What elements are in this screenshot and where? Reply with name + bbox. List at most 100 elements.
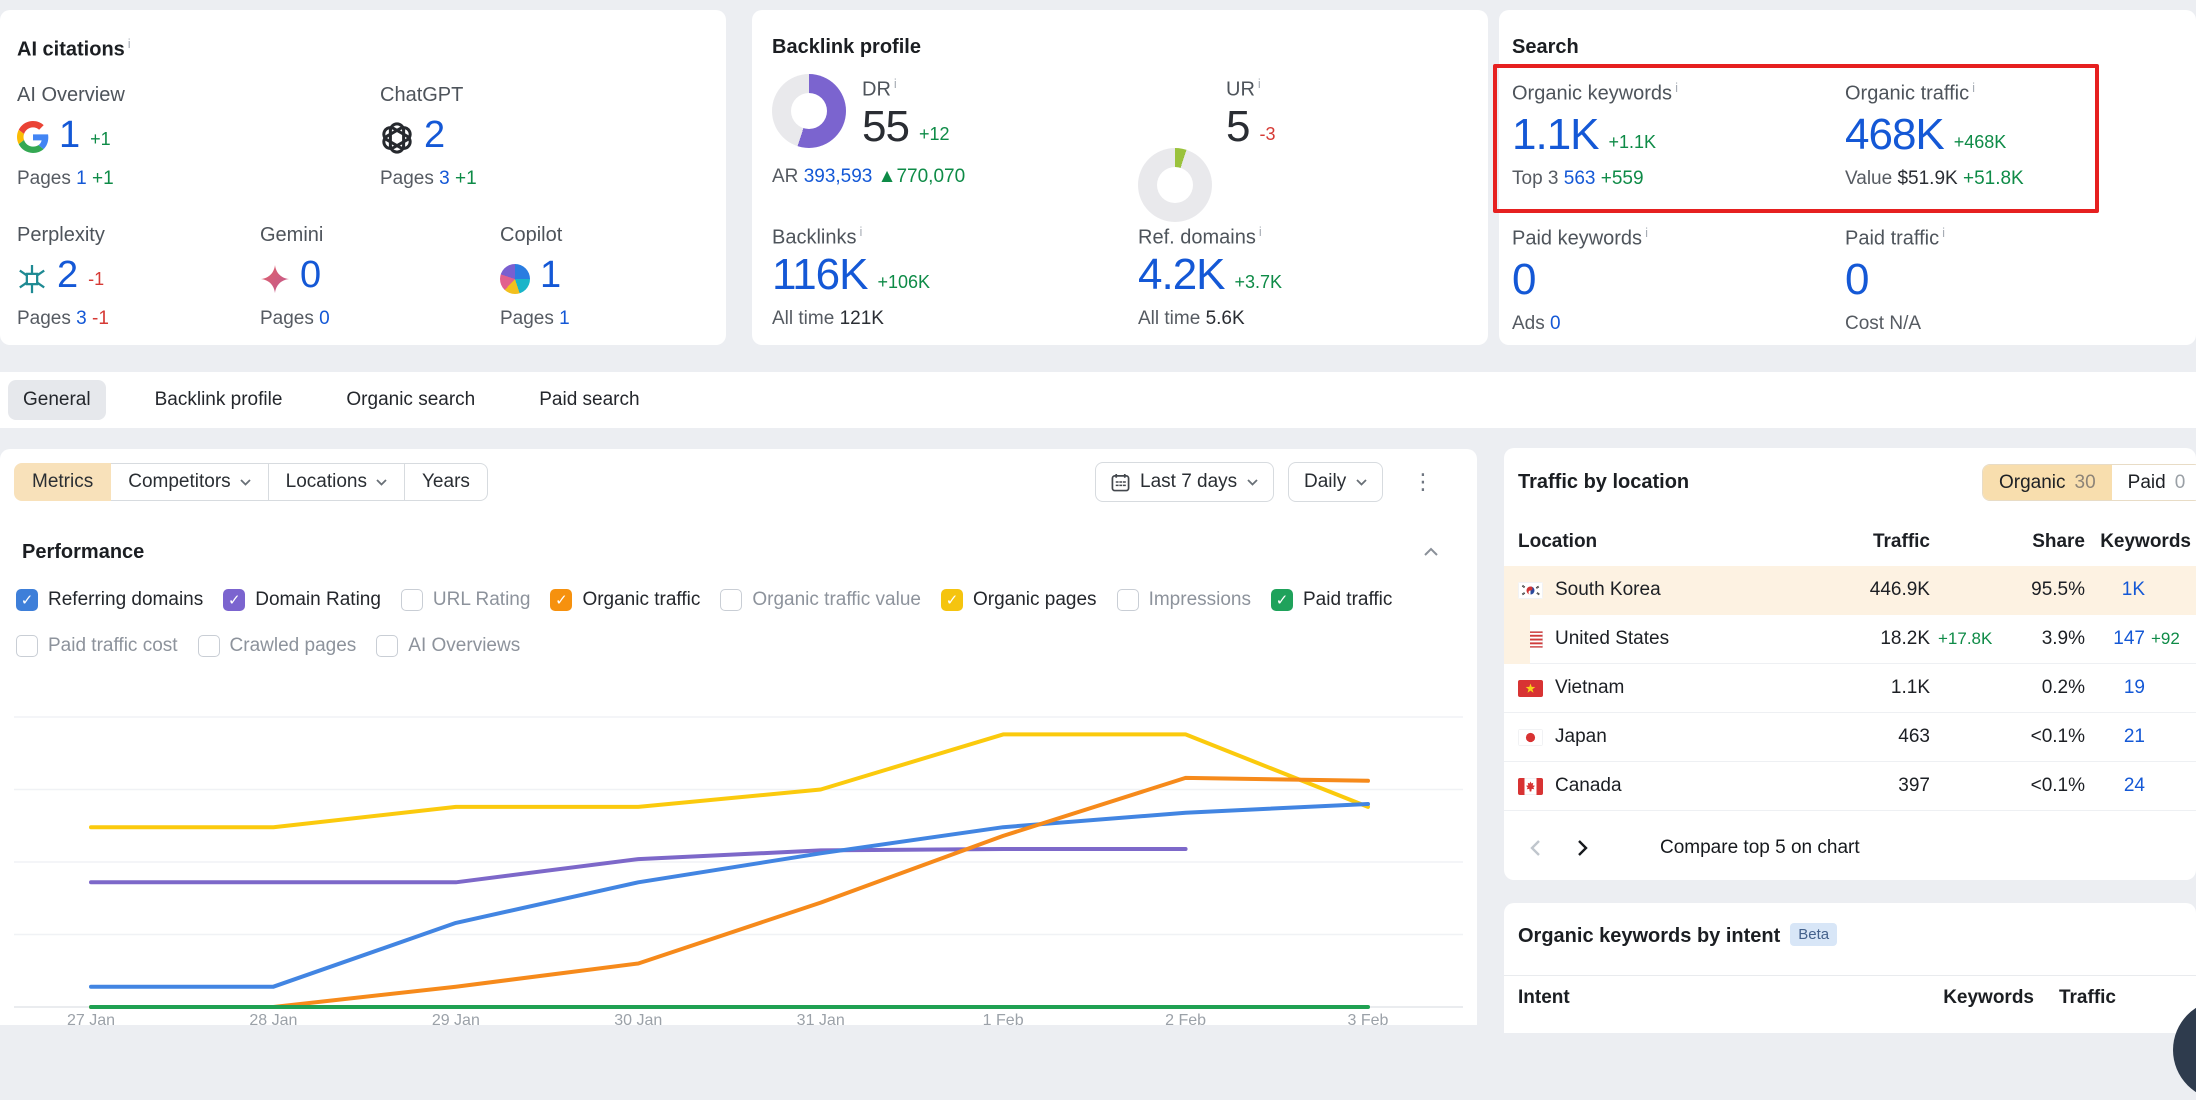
chevron-down-icon <box>1356 479 1367 486</box>
checkbox-icon[interactable] <box>198 635 220 657</box>
locations-filter-button[interactable]: Locations <box>269 463 405 501</box>
location-name[interactable]: Vietnam <box>1555 677 1624 699</box>
ads-value[interactable]: 0 <box>1550 313 1561 334</box>
backlinks-value[interactable]: 116K <box>772 250 868 300</box>
pages-value[interactable]: 1 <box>76 168 87 189</box>
backlink-profile-card: Backlink profile DRi 55 +12 AR 393,593 ▲… <box>752 10 1488 345</box>
checkbox-icon[interactable] <box>376 635 398 657</box>
granularity-button[interactable]: Daily <box>1288 462 1383 502</box>
info-icon: i <box>1942 225 1945 240</box>
keywords-value[interactable]: 24 <box>2085 775 2145 797</box>
paid-traffic-value[interactable]: 0 <box>1845 255 1868 305</box>
tab-paid-search[interactable]: Paid search <box>524 380 654 420</box>
location-name[interactable]: South Korea <box>1555 579 1661 601</box>
toggle-organic[interactable]: Organic30 <box>1983 465 2112 500</box>
metric-impressions[interactable]: Impressions <box>1117 589 1251 611</box>
metric-domain-rating[interactable]: ✓Domain Rating <box>223 589 381 611</box>
info-icon: i <box>1259 224 1262 239</box>
keywords-value[interactable]: 19 <box>2085 677 2145 699</box>
refdomains-value[interactable]: 4.2K <box>1138 250 1225 300</box>
checkbox-icon[interactable] <box>1117 589 1139 611</box>
metric-organic-pages[interactable]: ✓Organic pages <box>941 589 1097 611</box>
next-page-icon[interactable] <box>1566 831 1600 865</box>
pages-value[interactable]: 0 <box>319 308 330 329</box>
years-filter-button[interactable]: Years <box>405 463 488 501</box>
chatgpt-value[interactable]: 2 <box>424 114 445 157</box>
prev-page-icon[interactable] <box>1518 831 1552 865</box>
keywords-value[interactable]: 21 <box>2085 726 2145 748</box>
collapse-icon[interactable] <box>1424 547 1438 556</box>
location-name[interactable]: Japan <box>1555 726 1607 748</box>
col-intent[interactable]: Intent <box>1504 987 1914 1009</box>
pages-value[interactable]: 3 <box>76 308 87 329</box>
col-traffic[interactable]: Traffic <box>1834 531 1930 553</box>
metrics-filter-button[interactable]: Metrics <box>14 463 111 501</box>
metric-ai-overviews[interactable]: AI Overviews <box>376 635 520 657</box>
location-name[interactable]: United States <box>1555 628 1669 650</box>
traffic-value: 1.1K <box>1834 677 1930 699</box>
paid-keywords-value[interactable]: 0 <box>1512 255 1535 305</box>
locations-filter-label: Locations <box>286 471 367 493</box>
x-axis-labels: 27 Jan28 Jan29 Jan30 Jan31 Jan1 Feb2 Feb… <box>0 1012 1477 1025</box>
ai-overview-value[interactable]: 1 <box>59 114 80 157</box>
organic-traffic-delta: +468K <box>1954 132 2007 153</box>
metric-referring-domains[interactable]: ✓Referring domains <box>16 589 203 611</box>
date-range-button[interactable]: Last 7 days <box>1095 462 1274 502</box>
checkbox-icon[interactable]: ✓ <box>16 589 38 611</box>
cost-value: N/A <box>1889 313 1921 334</box>
col-intent-traffic[interactable]: Traffic <box>2034 987 2116 1009</box>
compare-top5-link[interactable]: Compare top 5 on chart <box>1660 837 1860 859</box>
location-row-canada[interactable]: Canada 397 <0.1% 24 <box>1504 762 2196 811</box>
checkbox-icon[interactable] <box>401 589 423 611</box>
perplexity-value[interactable]: 2 <box>57 254 78 297</box>
checkbox-icon[interactable]: ✓ <box>941 589 963 611</box>
competitors-filter-button[interactable]: Competitors <box>111 463 268 501</box>
col-intent-keywords[interactable]: Keywords <box>1914 987 2034 1009</box>
gemini-value[interactable]: 0 <box>300 254 321 297</box>
metric-url-rating[interactable]: URL Rating <box>401 589 531 611</box>
up-triangle-icon: ▲ <box>878 166 897 187</box>
google-icon <box>17 121 49 153</box>
metric-paid-traffic[interactable]: ✓Paid traffic <box>1271 589 1392 611</box>
metric-crawled-pages[interactable]: Crawled pages <box>198 635 357 657</box>
tab-general[interactable]: General <box>8 380 106 420</box>
perplexity-delta: -1 <box>88 269 104 290</box>
location-name[interactable]: Canada <box>1555 775 1622 797</box>
col-keywords[interactable]: Keywords <box>2085 531 2191 553</box>
organic-keywords-value[interactable]: 1.1K <box>1512 110 1599 160</box>
col-share[interactable]: Share <box>2002 531 2085 553</box>
metric-paid-traffic-cost[interactable]: Paid traffic cost <box>16 635 178 657</box>
toggle-paid[interactable]: Paid0 <box>2112 465 2196 500</box>
chevron-down-icon <box>240 479 251 486</box>
checkbox-icon[interactable]: ✓ <box>223 589 245 611</box>
location-row-united-states[interactable]: United States 18.2K +17.8K 3.9% 147 +92 <box>1504 615 2196 664</box>
top3-delta: +559 <box>1601 168 1644 189</box>
row-hover-highlight <box>1504 615 1530 664</box>
top3-value[interactable]: 563 <box>1564 168 1596 189</box>
more-options-icon[interactable]: ⋮ <box>1412 471 1434 493</box>
pages-label: Pages <box>260 308 314 329</box>
organic-traffic-value[interactable]: 468K <box>1845 110 1944 160</box>
traffic-delta: +17.8K <box>1930 629 2002 649</box>
metric-organic-traffic[interactable]: ✓Organic traffic <box>550 589 700 611</box>
ai-citations-title: AI citations <box>17 39 125 61</box>
performance-chart-svg[interactable] <box>0 680 1477 1025</box>
metric-organic-traffic-value[interactable]: Organic traffic value <box>720 589 921 611</box>
location-row-japan[interactable]: Japan 463 <0.1% 21 <box>1504 713 2196 762</box>
checkbox-icon[interactable]: ✓ <box>550 589 572 611</box>
location-row-south-korea[interactable]: South Korea 446.9K 95.5% 1K <box>1504 566 2196 615</box>
series-domain-rating <box>91 849 1186 882</box>
checkbox-icon[interactable] <box>720 589 742 611</box>
location-row-vietnam[interactable]: Vietnam 1.1K 0.2% 19 <box>1504 664 2196 713</box>
copilot-value[interactable]: 1 <box>540 254 561 297</box>
keywords-value[interactable]: 1K <box>2085 579 2145 601</box>
keywords-value[interactable]: 147 <box>2085 628 2145 650</box>
ar-value[interactable]: 393,593 <box>804 166 873 187</box>
tab-organic-search[interactable]: Organic search <box>331 380 490 420</box>
col-location[interactable]: Location <box>1504 531 1834 553</box>
checkbox-icon[interactable] <box>16 635 38 657</box>
checkbox-icon[interactable]: ✓ <box>1271 589 1293 611</box>
pages-value[interactable]: 3 <box>439 168 450 189</box>
tab-backlink-profile[interactable]: Backlink profile <box>140 380 298 420</box>
pages-value[interactable]: 1 <box>559 308 570 329</box>
